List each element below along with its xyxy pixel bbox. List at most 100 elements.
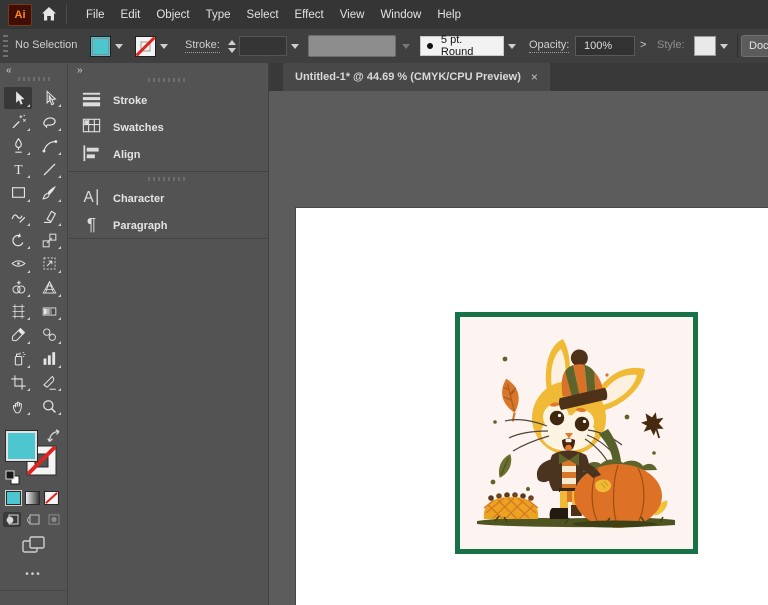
opacity-label[interactable]: Opacity: bbox=[529, 39, 570, 53]
panel-item-paragraph[interactable]: ¶ Paragraph bbox=[68, 212, 268, 239]
style-chevron-icon[interactable] bbox=[717, 36, 731, 57]
tooldock-collapse-button[interactable]: « bbox=[6, 65, 12, 76]
artboard[interactable] bbox=[296, 208, 768, 605]
tool-shaper[interactable] bbox=[4, 205, 32, 227]
tool-perspective-grid[interactable] bbox=[35, 277, 63, 299]
draw-behind-button[interactable] bbox=[24, 512, 42, 527]
tool-symbol-sprayer[interactable] bbox=[4, 348, 32, 370]
tool-eraser[interactable] bbox=[35, 205, 63, 227]
menu-item-type[interactable]: Type bbox=[206, 9, 231, 21]
tool-selection[interactable] bbox=[4, 87, 32, 110]
draw-inside-button[interactable] bbox=[45, 512, 63, 527]
tool-paintbrush[interactable] bbox=[35, 182, 63, 204]
screen-mode-icon[interactable] bbox=[22, 536, 46, 554]
eyedropper-icon bbox=[11, 328, 25, 342]
stroke-label[interactable]: Stroke: bbox=[185, 39, 220, 53]
illustrator-window: Ai File Edit Object Type Select Effect View Win… bbox=[0, 0, 768, 605]
panel-item-align[interactable]: Align bbox=[68, 141, 268, 168]
tool-gradient[interactable] bbox=[35, 300, 63, 322]
opacity-input[interactable]: 100% bbox=[575, 36, 635, 56]
tool-direct-selection[interactable] bbox=[35, 87, 63, 109]
canvas-pasteboard[interactable] bbox=[269, 91, 768, 605]
default-fill-stroke-icon[interactable] bbox=[5, 470, 20, 485]
app-logo-icon[interactable]: Ai bbox=[8, 4, 32, 26]
swap-fill-stroke-icon[interactable] bbox=[47, 429, 62, 444]
tool-blend[interactable] bbox=[35, 324, 63, 346]
paneldock-grip-1[interactable] bbox=[148, 78, 188, 82]
fill-indicator[interactable] bbox=[5, 430, 38, 462]
edit-toolbar-button[interactable]: ••• bbox=[0, 569, 67, 580]
svg-text:A: A bbox=[84, 189, 95, 206]
fill-color-swatch[interactable] bbox=[90, 36, 111, 57]
tool-scale[interactable] bbox=[35, 229, 63, 251]
shaper-icon bbox=[11, 214, 25, 223]
tool-free-transform[interactable] bbox=[35, 253, 63, 275]
column-graph-icon bbox=[43, 352, 55, 365]
opacity-expand-button[interactable]: > bbox=[640, 39, 646, 51]
width-profile-dropdown[interactable] bbox=[308, 35, 396, 57]
tool-hand[interactable] bbox=[4, 395, 32, 417]
menu-item-file[interactable]: File bbox=[86, 9, 105, 21]
tool-mesh[interactable] bbox=[4, 300, 32, 322]
home-icon[interactable] bbox=[40, 5, 58, 23]
selection-icon bbox=[15, 90, 24, 105]
stroke-none-swatch[interactable] bbox=[135, 36, 156, 57]
panel-item-label: Character bbox=[113, 192, 165, 205]
panel-item-swatches[interactable]: Swatches bbox=[68, 114, 268, 141]
tool-lasso[interactable] bbox=[35, 111, 63, 133]
align-icon bbox=[83, 144, 99, 161]
menu-item-help[interactable]: Help bbox=[437, 9, 461, 21]
tool-rectangle[interactable] bbox=[4, 182, 32, 204]
paneldock-expand-button[interactable]: » bbox=[77, 65, 83, 76]
stroke-width-input[interactable] bbox=[239, 36, 287, 56]
control-bar-grip[interactable] bbox=[3, 35, 8, 57]
tool-width[interactable] bbox=[4, 253, 32, 275]
line-segment-icon bbox=[43, 163, 55, 176]
tool-slice[interactable] bbox=[35, 371, 63, 393]
brush-chevron-icon[interactable] bbox=[505, 36, 519, 57]
panel-item-label: Paragraph bbox=[113, 219, 168, 232]
tab-close-icon[interactable]: × bbox=[531, 70, 538, 84]
brush-value: 5 pt. Round bbox=[440, 34, 474, 58]
tooldock-grip[interactable] bbox=[18, 77, 50, 81]
gradient-mode-button[interactable] bbox=[25, 491, 40, 505]
free-transform-icon bbox=[43, 257, 55, 270]
color-mode-button[interactable] bbox=[5, 490, 22, 506]
stroke-icon bbox=[82, 92, 101, 106]
menu-item-select[interactable]: Select bbox=[247, 9, 279, 21]
panel-item-stroke[interactable]: Stroke bbox=[68, 87, 268, 114]
width-profile-chevron-icon[interactable] bbox=[399, 36, 413, 57]
draw-normal-button[interactable] bbox=[3, 512, 21, 527]
panel-divider bbox=[68, 171, 268, 172]
tool-line-segment[interactable] bbox=[35, 158, 63, 180]
tool-zoom[interactable] bbox=[35, 395, 63, 417]
menu-item-effect[interactable]: Effect bbox=[295, 9, 324, 21]
fill-color-chevron-icon[interactable] bbox=[112, 36, 126, 57]
stroke-width-chevron-icon[interactable] bbox=[288, 36, 302, 57]
style-swatch[interactable] bbox=[694, 36, 716, 56]
tool-shape-builder[interactable] bbox=[4, 277, 32, 299]
tool-pen[interactable] bbox=[4, 134, 32, 156]
tool-dock: « T ••• bbox=[0, 63, 68, 605]
menu-item-window[interactable]: Window bbox=[380, 9, 421, 21]
tool-column-graph[interactable] bbox=[35, 348, 63, 370]
tool-type[interactable]: T bbox=[4, 158, 32, 180]
rectangle-icon bbox=[11, 187, 25, 199]
menu-item-view[interactable]: View bbox=[340, 9, 365, 21]
stroke-width-stepper[interactable] bbox=[226, 36, 237, 56]
brush-dropdown[interactable]: 5 pt. Round bbox=[420, 34, 504, 58]
panel-item-character[interactable]: A Character bbox=[68, 185, 268, 212]
tool-eyedropper[interactable] bbox=[4, 324, 32, 346]
menu-item-object[interactable]: Object bbox=[156, 9, 189, 21]
paneldock-grip-2[interactable] bbox=[148, 177, 188, 181]
tool-artboard[interactable] bbox=[4, 371, 32, 393]
none-mode-button[interactable] bbox=[44, 491, 59, 505]
document-tab[interactable]: Untitled-1* @ 44.69 % (CMYK/CPU Preview)… bbox=[283, 63, 550, 91]
tool-curvature[interactable] bbox=[35, 134, 63, 156]
tool-rotate[interactable] bbox=[4, 229, 32, 251]
stroke-color-chevron-icon[interactable] bbox=[157, 36, 171, 57]
document-setup-button[interactable]: Docume bbox=[741, 35, 768, 57]
pen-icon bbox=[14, 137, 22, 153]
tool-magic-wand[interactable] bbox=[4, 111, 32, 133]
menu-item-edit[interactable]: Edit bbox=[121, 9, 141, 21]
